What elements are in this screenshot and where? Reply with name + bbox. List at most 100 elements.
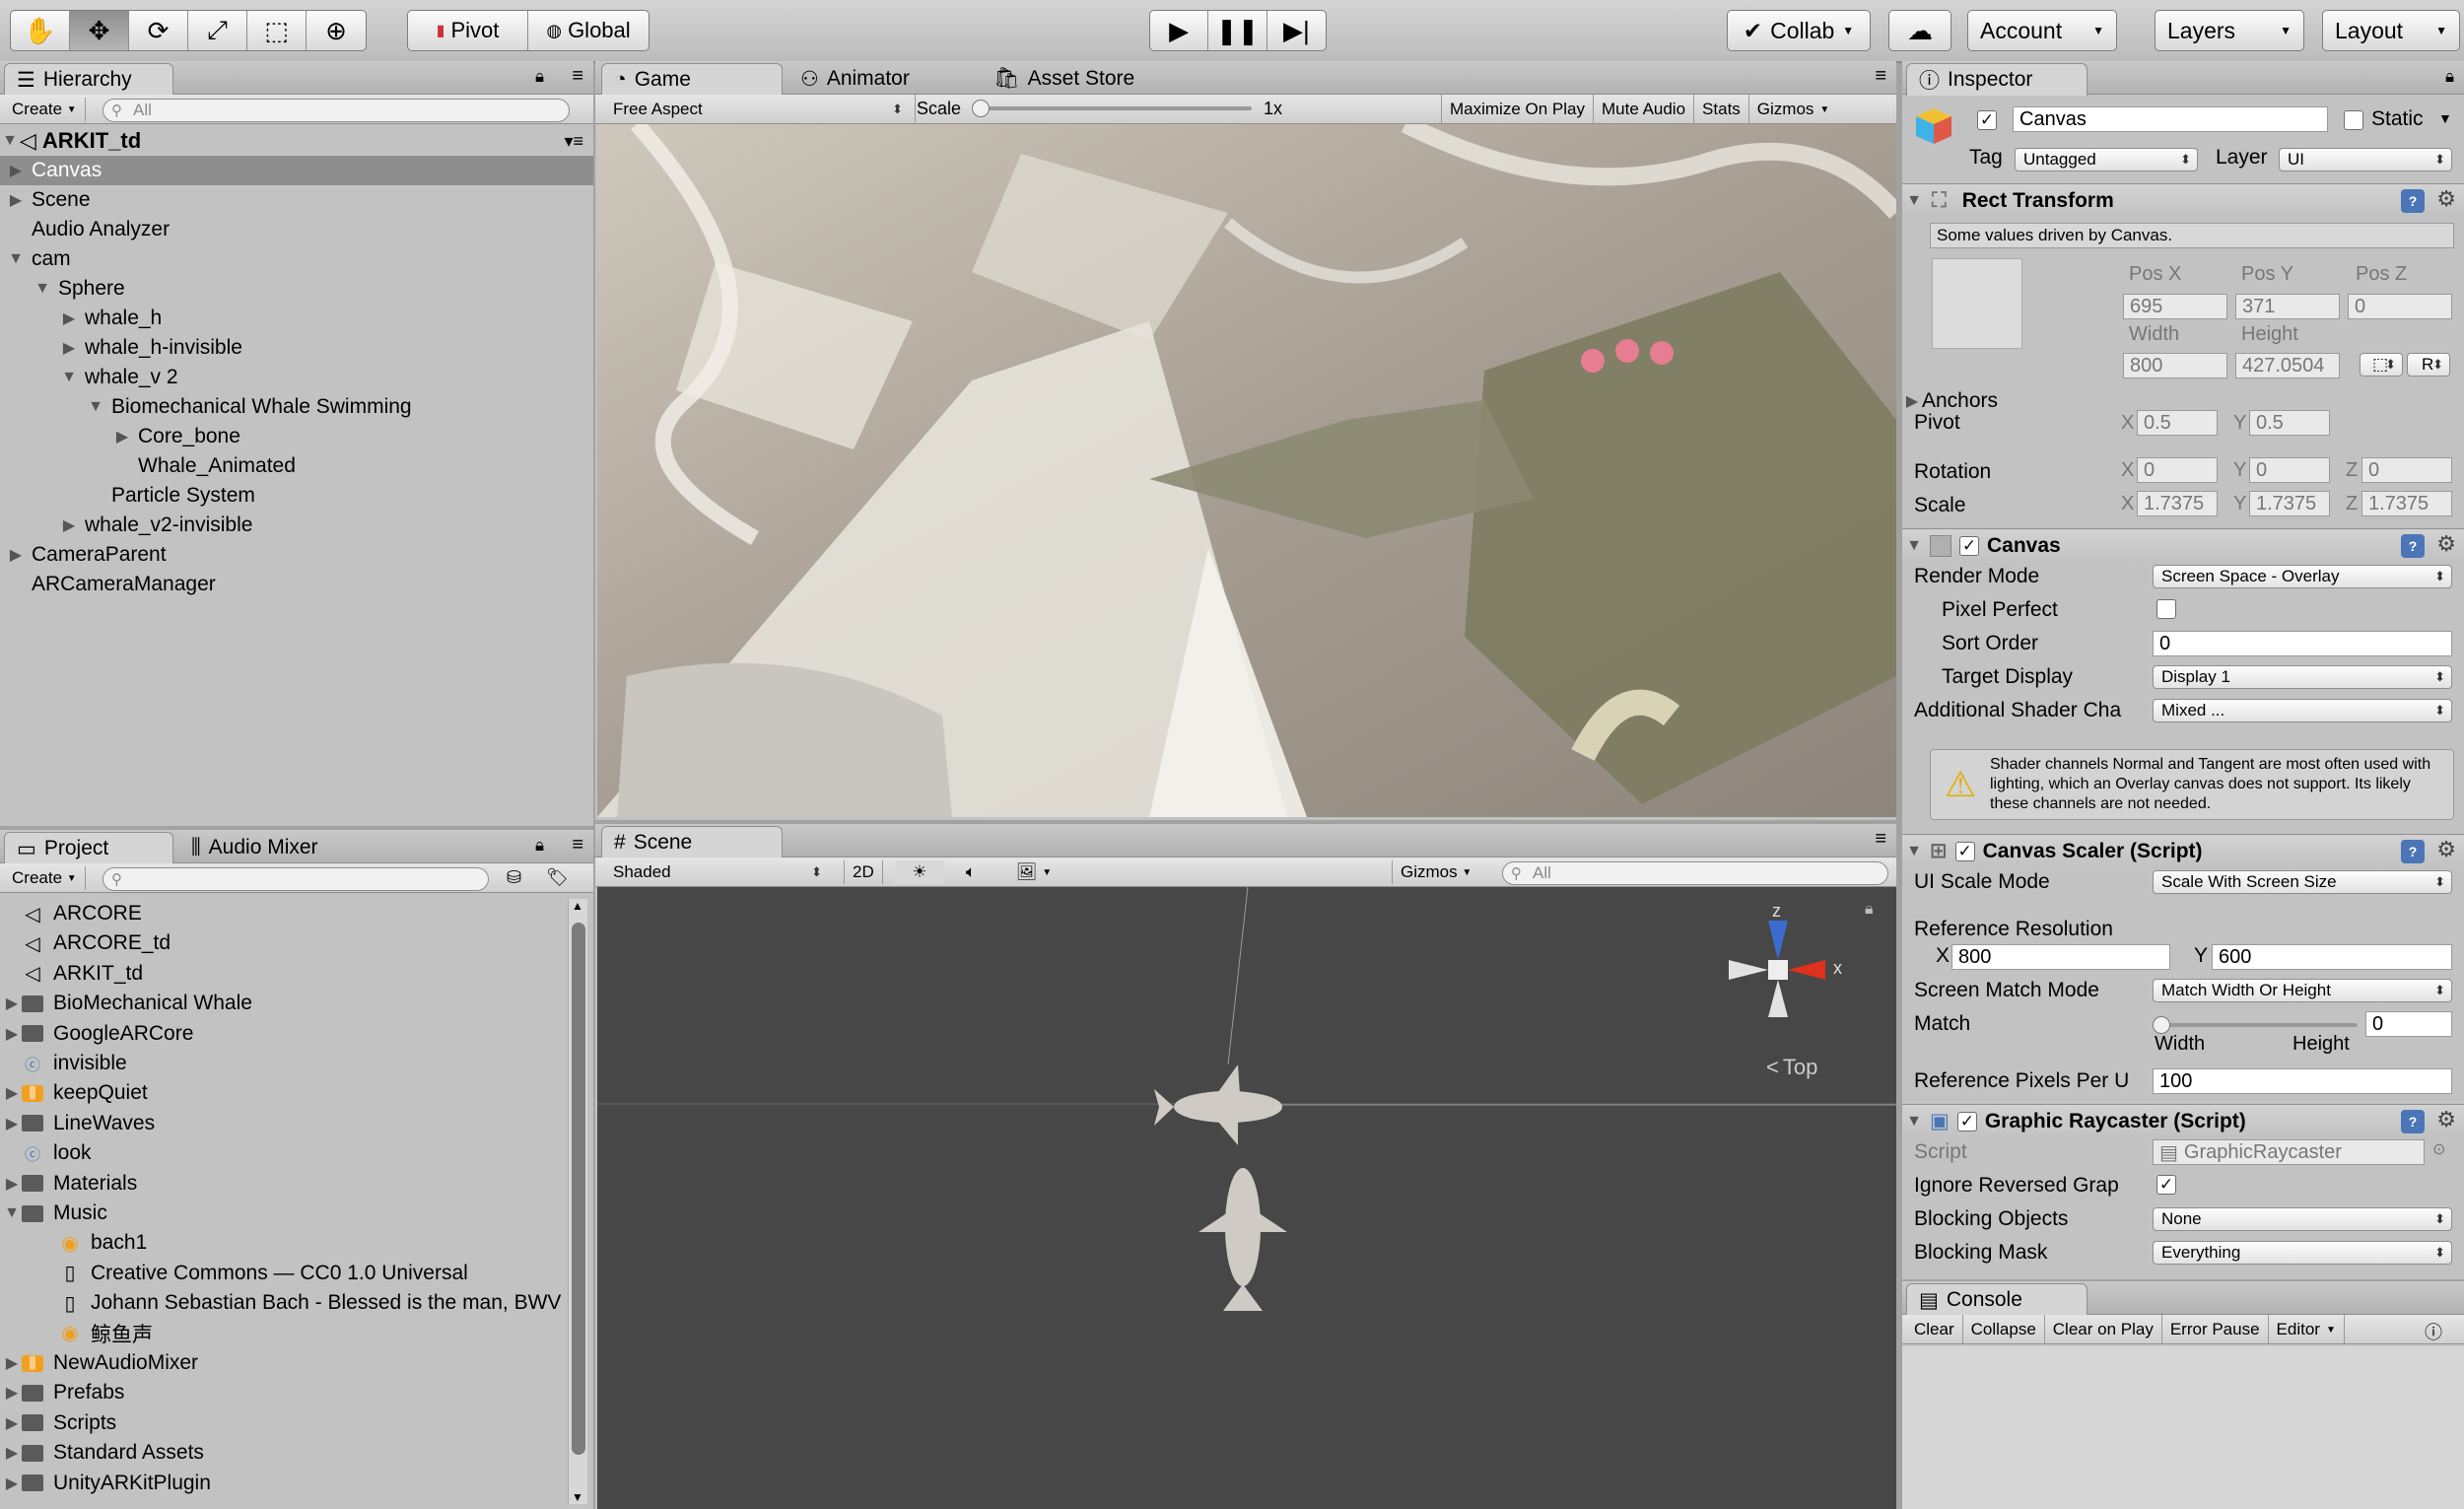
- panel-menu-icon[interactable]: ≡: [572, 834, 583, 857]
- lock-icon[interactable]: 🔒︎: [535, 836, 544, 856]
- rotate-tool-button[interactable]: ⟳: [129, 11, 188, 50]
- gear-icon[interactable]: ⚙: [2436, 837, 2456, 862]
- error-count-icon[interactable]: ⓘ: [2425, 1319, 2442, 1344]
- expand-triangle-icon[interactable]: ▶: [59, 515, 79, 535]
- anchor-preset-box[interactable]: [1932, 258, 2022, 349]
- reference-y-field[interactable]: 600: [2212, 944, 2452, 970]
- expand-triangle-icon[interactable]: ▶: [2, 1413, 22, 1433]
- game-viewport[interactable]: [597, 124, 1896, 817]
- target-display-dropdown[interactable]: Display 1: [2153, 665, 2452, 689]
- panel-menu-icon[interactable]: ≡: [1875, 828, 1886, 851]
- dropdown-arrow-icon[interactable]: ▼: [2438, 110, 2452, 126]
- raw-edit-button[interactable]: R: [2407, 353, 2450, 377]
- help-book-icon[interactable]: ?: [2401, 840, 2425, 863]
- scale-z-field[interactable]: 1.7375: [2361, 491, 2452, 516]
- match-slider[interactable]: [2153, 1016, 2358, 1034]
- graphic-raycaster-header[interactable]: ▼ ▣ ✓ Graphic Raycaster (Script) ? ⚙: [1902, 1104, 2464, 1137]
- pivot-x-field[interactable]: 0.5: [2137, 410, 2218, 436]
- expand-triangle-icon[interactable]: ▶: [2, 1024, 22, 1044]
- tab-hierarchy[interactable]: ☰ Hierarchy: [4, 63, 173, 96]
- scale-slider[interactable]: [972, 100, 1252, 117]
- screen-match-mode-dropdown[interactable]: Match Width Or Height: [2153, 979, 2452, 1002]
- step-button[interactable]: ▶|: [1267, 11, 1326, 50]
- whale-vertical[interactable]: [1198, 1168, 1287, 1311]
- gear-icon[interactable]: ⚙: [2436, 1107, 2456, 1132]
- collapse-button[interactable]: Collapse: [1963, 1315, 2045, 1344]
- hierarchy-item[interactable]: ▶ whale_v2-invisible: [0, 511, 593, 540]
- tab-scene[interactable]: # Scene: [601, 826, 783, 858]
- collapse-triangle-icon[interactable]: ▼: [33, 280, 52, 298]
- whale-horizontal[interactable]: [1154, 1064, 1282, 1145]
- project-item[interactable]: ◉ bach1: [0, 1228, 564, 1258]
- expand-triangle-icon[interactable]: ▶: [2, 1353, 22, 1373]
- ignore-reversed-checkbox[interactable]: ✓: [2156, 1175, 2176, 1195]
- project-item[interactable]: ▶ BioMechanical Whale: [0, 989, 564, 1018]
- help-book-icon[interactable]: ?: [2401, 189, 2425, 213]
- expand-triangle-icon[interactable]: ▶: [2, 994, 22, 1013]
- project-item[interactable]: ◁ ARKIT_td: [0, 959, 564, 989]
- project-item[interactable]: ◉ 鲸鱼声: [0, 1319, 564, 1348]
- label-tag-icon[interactable]: 🏷︎: [546, 867, 569, 888]
- layout-dropdown[interactable]: Layout ▼: [2322, 10, 2460, 51]
- scene-search-input[interactable]: ⚲ All: [1502, 861, 1888, 885]
- expand-triangle-icon[interactable]: ▶: [59, 338, 79, 358]
- project-item[interactable]: ▶ ⫼ keepQuiet: [0, 1078, 564, 1108]
- rect-tool-button[interactable]: ⬚: [247, 11, 307, 50]
- tab-project[interactable]: ▭ Project: [4, 832, 173, 864]
- project-item[interactable]: ▶ UnityARKitPlugin: [0, 1469, 564, 1498]
- hierarchy-item[interactable]: ▼ cam: [0, 244, 593, 274]
- scene-viewport[interactable]: z x 🔒︎ < Top: [597, 887, 1896, 1509]
- maximize-on-play-button[interactable]: Maximize On Play: [1441, 95, 1593, 124]
- project-item[interactable]: ⓒ invisible: [0, 1049, 564, 1078]
- lighting-toggle-button[interactable]: ☀: [895, 860, 944, 884]
- ref-pixels-field[interactable]: 100: [2153, 1068, 2452, 1094]
- hierarchy-item[interactable]: ▶ Core_bone: [0, 422, 593, 451]
- tab-console[interactable]: ▤ Console: [1906, 1283, 2088, 1316]
- layers-dropdown[interactable]: Layers ▼: [2155, 10, 2304, 51]
- project-item[interactable]: ▶ ⫼ NewAudioMixer: [0, 1348, 564, 1378]
- project-item[interactable]: ▯ Creative Commons — CC0 1.0 Universal: [0, 1259, 564, 1288]
- scene-gizmos-dropdown[interactable]: Gizmos ▼: [1392, 860, 1479, 884]
- scroll-up-icon[interactable]: ▲: [572, 899, 583, 913]
- project-item[interactable]: ⓒ look: [0, 1138, 564, 1168]
- blocking-mask-dropdown[interactable]: Everything: [2153, 1241, 2452, 1265]
- project-item[interactable]: ◁ ARCORE_td: [0, 928, 564, 958]
- blueprint-button[interactable]: ⬚: [2360, 353, 2403, 377]
- aspect-dropdown[interactable]: Free Aspect: [605, 98, 909, 121]
- active-checkbox[interactable]: ✓: [1977, 110, 1997, 130]
- pos-z-field[interactable]: 0: [2348, 294, 2452, 319]
- hierarchy-item[interactable]: Whale_Animated: [0, 451, 593, 481]
- hierarchy-item[interactable]: ▼ Biomechanical Whale Swimming: [0, 392, 593, 422]
- orientation-gizmo[interactable]: z x: [1689, 901, 1867, 1039]
- gear-icon[interactable]: ⚙: [2436, 531, 2456, 557]
- panel-menu-icon[interactable]: ≡: [1875, 65, 1886, 88]
- render-mode-dropdown[interactable]: Screen Space - Overlay: [2153, 565, 2452, 588]
- expand-triangle-icon[interactable]: ▶: [2, 1443, 22, 1463]
- canvas-enabled-checkbox[interactable]: ✓: [1959, 535, 1979, 556]
- scale-x-field[interactable]: 1.7375: [2137, 491, 2218, 516]
- pos-x-field[interactable]: 695: [2123, 294, 2227, 319]
- tab-audio-mixer[interactable]: ⫼ Audio Mixer: [179, 832, 376, 863]
- script-reference-field[interactable]: ▤ GraphicRaycaster: [2153, 1139, 2425, 1165]
- scroll-down-icon[interactable]: ▼: [572, 1490, 583, 1504]
- expand-triangle-icon[interactable]: ▶: [112, 427, 132, 446]
- hierarchy-item[interactable]: ARCameraManager: [0, 570, 593, 599]
- expand-triangle-icon[interactable]: ▶: [2, 1083, 22, 1103]
- sort-order-field[interactable]: 0: [2153, 631, 2452, 656]
- rotation-x-field[interactable]: 0: [2137, 457, 2218, 483]
- lock-icon[interactable]: 🔒︎: [1865, 901, 1874, 919]
- scale-slider-thumb[interactable]: [972, 100, 990, 117]
- move-tool-button[interactable]: ✥: [70, 11, 129, 50]
- raycaster-enabled-checkbox[interactable]: ✓: [1956, 1111, 1977, 1132]
- expand-triangle-icon[interactable]: ▶: [59, 309, 79, 328]
- pause-button[interactable]: ❚❚: [1208, 11, 1267, 50]
- collapse-triangle-icon[interactable]: ▼: [2, 1204, 22, 1222]
- rotation-y-field[interactable]: 0: [2249, 457, 2330, 483]
- pivot-y-field[interactable]: 0.5: [2249, 410, 2330, 436]
- collapse-triangle-icon[interactable]: ▼: [86, 398, 105, 416]
- canvas-scaler-enabled-checkbox[interactable]: ✓: [1954, 841, 1975, 861]
- collapse-triangle-icon[interactable]: ▼: [1904, 537, 1924, 555]
- shading-dropdown[interactable]: Shaded: [605, 860, 828, 884]
- height-field[interactable]: 427.0504: [2235, 353, 2340, 378]
- lock-icon[interactable]: 🔒︎: [2445, 67, 2454, 87]
